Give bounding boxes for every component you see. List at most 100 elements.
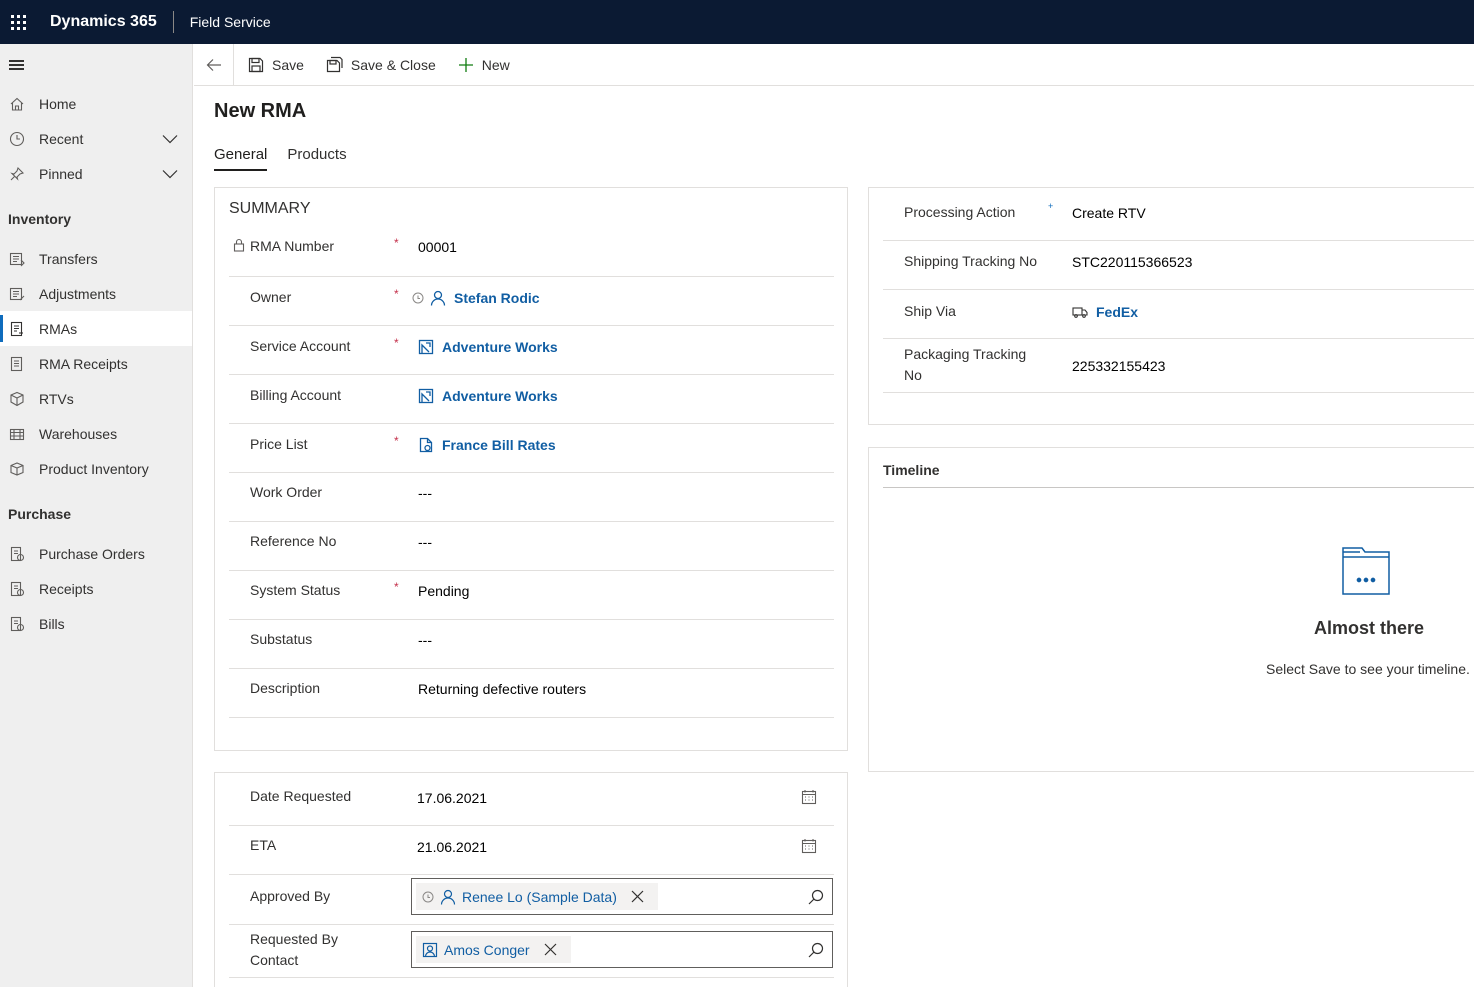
field-label: Description: [250, 680, 321, 696]
service-account-value: Adventure Works: [442, 339, 558, 355]
page-title: New RMA: [214, 100, 307, 122]
sidebar-group-inventory: Inventory: [8, 211, 72, 227]
field-approved-by: Approved By Renee Lo (Sample Data): [229, 875, 834, 925]
eta-value[interactable]: 21.06.2021: [417, 839, 487, 855]
field-label: Date Requested: [250, 788, 352, 804]
sidebar-item-home[interactable]: Home: [0, 86, 192, 121]
field-substatus: Substatus ---: [229, 620, 834, 669]
divider: [172, 11, 174, 33]
clock-icon: [9, 131, 25, 147]
substatus-value[interactable]: ---: [418, 632, 432, 648]
label-line: Requested By: [250, 931, 338, 947]
shipping-tracking-value[interactable]: STC220115366523: [1072, 254, 1192, 270]
sidebar-item-warehouses[interactable]: Warehouses: [0, 416, 192, 451]
sidebar-item-purchase-orders[interactable]: Purchase Orders: [0, 536, 192, 571]
sidebar-group-purchase: Purchase: [8, 506, 72, 522]
calendar-icon[interactable]: [801, 789, 817, 805]
save-button[interactable]: Save: [234, 44, 312, 86]
site-map-toggle[interactable]: [0, 44, 192, 86]
sidebar-item-product-inventory[interactable]: Product Inventory: [0, 451, 192, 486]
field-label: Owner: [250, 289, 292, 305]
date-requested-value[interactable]: 17.06.2021: [417, 790, 487, 806]
sidebar-item-bills[interactable]: Bills: [0, 606, 192, 641]
rma-number-value[interactable]: 00001: [418, 239, 457, 255]
app-launcher-button[interactable]: [0, 0, 36, 44]
calendar-icon[interactable]: [801, 838, 817, 854]
work-order-value[interactable]: ---: [418, 485, 432, 501]
approved-by-chip[interactable]: Renee Lo (Sample Data): [416, 883, 658, 910]
sidebar-item-label: Product Inventory: [39, 460, 149, 477]
chevron-down-icon[interactable]: [162, 131, 178, 147]
sidebar-item-rmas[interactable]: RMAs: [0, 311, 192, 346]
field-label: Ship Via: [904, 303, 956, 319]
processing-action-value[interactable]: Create RTV: [1072, 205, 1146, 221]
approved-by-value: Renee Lo (Sample Data): [462, 888, 617, 905]
field-label: Shipping Tracking No: [904, 253, 1038, 269]
sidebar-item-adjustments[interactable]: Adjustments: [0, 276, 192, 311]
reference-no-value[interactable]: ---: [418, 534, 432, 550]
requested-by-lookup[interactable]: Amos Conger: [411, 931, 833, 968]
billing-account-lookup[interactable]: Adventure Works: [418, 388, 558, 404]
field-label: Requested By Contact: [250, 929, 338, 971]
sidebar-item-rtvs[interactable]: RTVs: [0, 381, 192, 416]
field-processing-action: Processing Action + Create RTV: [883, 190, 1474, 241]
field-label: Billing Account: [250, 387, 342, 403]
purchase-order-icon: [9, 546, 25, 562]
transfer-icon: [9, 251, 25, 267]
sidebar-item-recent[interactable]: Recent: [0, 121, 192, 156]
save-label: Save: [272, 56, 304, 73]
tab-general[interactable]: General: [214, 146, 268, 171]
sidebar-item-transfers[interactable]: Transfers: [0, 241, 192, 276]
form-tabs: General Products: [214, 146, 367, 171]
empty-state-title: Almost there: [1314, 618, 1425, 638]
chevron-down-icon[interactable]: [162, 166, 178, 182]
packaging-tracking-value[interactable]: 225332155423: [1072, 358, 1165, 374]
search-icon[interactable]: [808, 889, 824, 905]
owner-value: Stefan Rodic: [454, 290, 540, 306]
sidebar-item-receipts[interactable]: Receipts: [0, 571, 192, 606]
required-indicator: *: [394, 434, 399, 448]
sidebar-item-label: Adjustments: [39, 285, 117, 302]
description-value[interactable]: Returning defective routers: [418, 681, 586, 697]
rtv-icon: [9, 391, 25, 407]
back-button[interactable]: [194, 43, 234, 86]
waffle-icon: [10, 14, 26, 30]
system-status-value[interactable]: Pending: [418, 583, 469, 599]
recommended-indicator: +: [1048, 201, 1054, 211]
label-line: No: [904, 367, 922, 383]
field-label: Price List: [250, 436, 308, 452]
sidebar: Home Recent Pinned Inventory Transfers A…: [0, 44, 193, 987]
sidebar-item-label: Purchase Orders: [39, 545, 145, 562]
save-and-close-button[interactable]: Save & Close: [312, 44, 444, 86]
receipt-icon: [9, 581, 25, 597]
service-account-lookup[interactable]: Adventure Works: [418, 339, 558, 355]
ship-via-lookup[interactable]: FedEx: [1072, 304, 1138, 320]
field-service-account: Service Account * Adventure Works: [229, 326, 834, 375]
requested-by-chip[interactable]: Amos Conger: [416, 936, 571, 963]
search-icon[interactable]: [808, 942, 824, 958]
home-icon: [9, 96, 25, 112]
field-packaging-tracking: Packaging Tracking No 225332155423: [883, 339, 1474, 393]
price-list-value: France Bill Rates: [442, 437, 556, 453]
app-name[interactable]: Dynamics 365: [50, 13, 157, 31]
field-description: Description Returning defective routers: [229, 669, 834, 718]
sidebar-item-label: RMAs: [39, 320, 78, 337]
timeline-title: Timeline: [883, 462, 940, 478]
approved-by-lookup[interactable]: Renee Lo (Sample Data): [411, 878, 833, 915]
close-icon[interactable]: [544, 943, 557, 956]
sidebar-item-label: Home: [39, 95, 77, 112]
price-list-lookup[interactable]: France Bill Rates: [418, 437, 556, 453]
tab-products[interactable]: Products: [287, 146, 346, 171]
label-line: Packaging Tracking: [904, 346, 1027, 362]
new-button[interactable]: New: [444, 44, 518, 86]
area-name[interactable]: Field Service: [190, 14, 271, 30]
sidebar-item-label: RTVs: [39, 390, 74, 407]
ship-via-value: FedEx: [1096, 304, 1139, 320]
sidebar-item-rma-receipts[interactable]: RMA Receipts: [0, 346, 192, 381]
sidebar-item-pinned[interactable]: Pinned: [0, 156, 192, 191]
close-icon[interactable]: [631, 890, 644, 903]
owner-lookup[interactable]: Stefan Rodic: [412, 290, 540, 306]
required-indicator: *: [394, 236, 399, 250]
price-list-icon: [419, 437, 433, 453]
sidebar-item-label: Bills: [39, 615, 65, 632]
